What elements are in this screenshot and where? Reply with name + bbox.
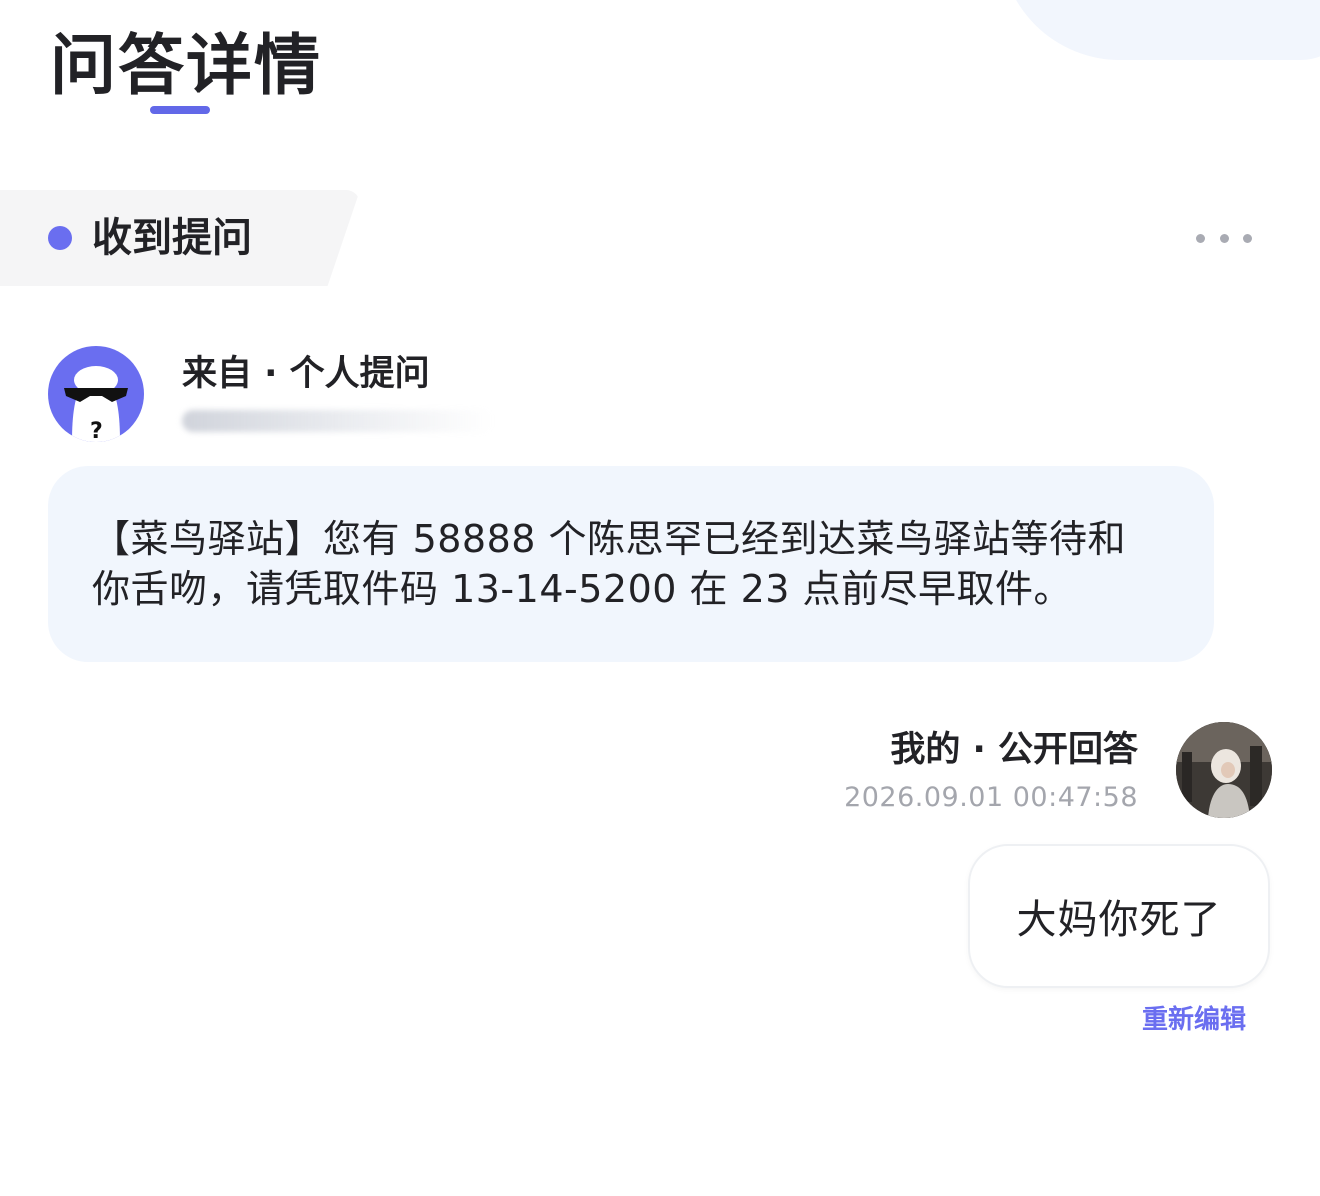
answer-header: 我的 · 公开回答 xyxy=(890,730,1138,770)
more-options-button[interactable] xyxy=(1196,224,1252,252)
re-edit-button[interactable]: 重新编辑 xyxy=(1142,1002,1246,1038)
question-source-label: 来自 · 个人提问 xyxy=(182,354,430,394)
page-title: 问答详情 xyxy=(50,27,322,104)
more-dot-icon xyxy=(1243,233,1252,243)
decorative-corner-shape xyxy=(1000,0,1320,60)
my-avatar[interactable] xyxy=(1176,722,1272,818)
question-bubble: 【菜鸟驿站】您有 58888 个陈思罕已经到达菜鸟驿站等待和你舌吻，请凭取件码 … xyxy=(48,466,1214,662)
answer-text: 大妈你死了 xyxy=(1016,897,1222,943)
answer-timestamp: 2026.09.01 00:47:58 xyxy=(844,782,1138,813)
more-dot-icon xyxy=(1196,233,1205,243)
section-dot-icon xyxy=(48,226,72,250)
question-text: 【菜鸟驿站】您有 58888 个陈思罕已经到达菜鸟驿站等待和你舌吻，请凭取件码 … xyxy=(92,517,1127,611)
answer-bubble: 大妈你死了 xyxy=(968,844,1270,988)
blurred-username xyxy=(182,410,494,432)
asker-avatar: ? xyxy=(48,346,144,442)
svg-text:?: ? xyxy=(90,419,103,442)
anonymous-sunglasses-icon: ? xyxy=(64,366,128,442)
section-label: 收到提问 xyxy=(92,215,252,261)
profile-photo-icon xyxy=(1176,722,1272,818)
more-dot-icon xyxy=(1219,233,1229,243)
title-underline xyxy=(150,106,210,114)
